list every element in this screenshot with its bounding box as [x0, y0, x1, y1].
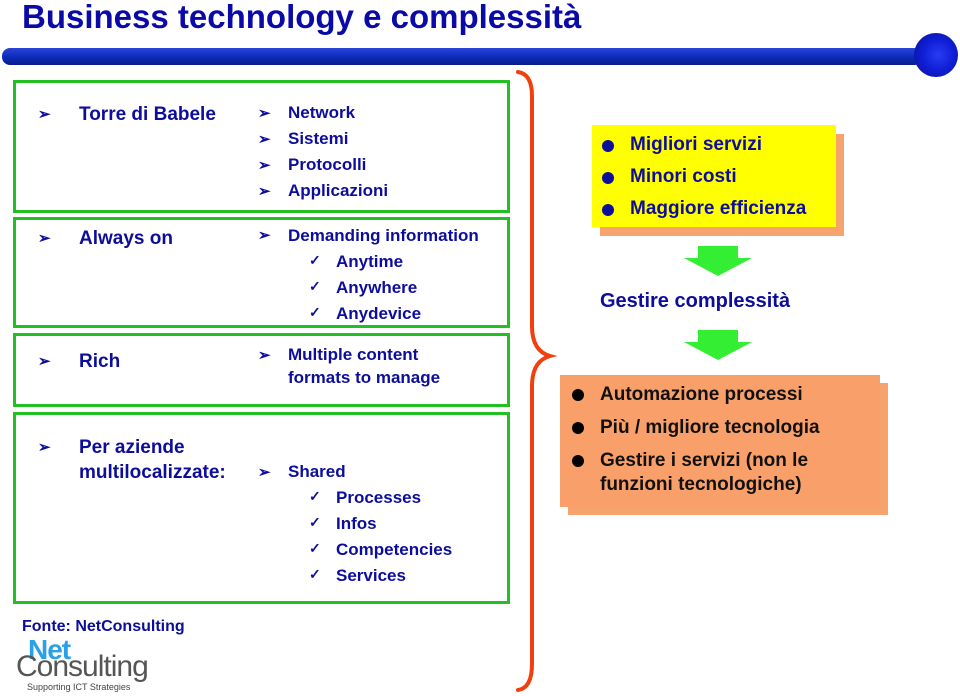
section-label: Rich — [79, 351, 121, 372]
list-item: Applicazioni — [288, 181, 389, 200]
benefit-item: Minori costi — [630, 166, 737, 187]
bullet-dot-icon — [572, 422, 584, 434]
list-item: Anytime — [336, 252, 404, 271]
bullet-dot-icon — [572, 389, 584, 401]
check-icon: ✓ — [309, 540, 321, 556]
benefit-item: Migliori servizi — [630, 134, 762, 155]
bullet-dot-icon — [602, 204, 614, 216]
arrow-bullet-icon: ➢ — [258, 131, 271, 148]
arrow-bullet-icon: ➢ — [258, 183, 271, 200]
arrow-bullet-icon: ➢ — [38, 439, 51, 456]
list-item: Protocolli — [288, 155, 367, 174]
benefits-box: Migliori servizi Minori costi Maggiore e… — [592, 125, 836, 227]
check-icon: ✓ — [309, 304, 321, 320]
check-icon: ✓ — [309, 488, 321, 504]
section-box-always-on: ➢ Always on ➢ Demanding information ✓ An… — [13, 217, 510, 328]
arrow-bullet-icon: ➢ — [258, 347, 271, 364]
list-item: Competencies — [336, 540, 453, 559]
down-arrow-icon — [684, 330, 752, 360]
check-icon: ✓ — [309, 252, 321, 268]
list-item: Infos — [336, 514, 377, 533]
logo-consulting-text: Consulting — [16, 650, 149, 683]
section-box-rich: ➢ Rich ➢ Multiple content formats to man… — [13, 333, 510, 407]
section-label-line1: Per aziende — [79, 437, 185, 458]
arrow-bullet-icon: ➢ — [258, 157, 271, 174]
arrow-bullet-icon: ➢ — [38, 230, 51, 247]
center-label: Gestire complessità — [600, 290, 791, 312]
title-rule-ball — [914, 33, 958, 77]
list-item: Demanding information — [288, 226, 479, 245]
section-box-per-aziende: ➢ Per aziende multilocalizzate: ➢ Shared… — [13, 412, 510, 604]
curly-brace-icon — [516, 70, 558, 692]
arrow-bullet-icon: ➢ — [258, 464, 271, 481]
bullet-dot-icon — [572, 455, 584, 467]
list-item: formats to manage — [288, 368, 441, 387]
list-item: Anywhere — [336, 278, 418, 297]
list-item: Sistemi — [288, 129, 349, 148]
actions-box: Automazione processi Più / migliore tecn… — [560, 375, 880, 507]
list-item: Services — [336, 566, 406, 585]
bullet-dot-icon — [602, 172, 614, 184]
action-item-continuation: funzioni tecnologiche) — [600, 474, 802, 495]
list-item: Shared — [288, 462, 346, 481]
arrow-bullet-icon: ➢ — [258, 227, 271, 244]
benefit-item: Maggiore efficienza — [630, 198, 807, 219]
list-item: Multiple content — [288, 345, 419, 364]
action-item: Automazione processi — [600, 384, 803, 405]
check-icon: ✓ — [309, 514, 321, 530]
arrow-bullet-icon: ➢ — [38, 106, 51, 123]
bullet-dot-icon — [602, 140, 614, 152]
logo-tagline: Supporting ICT Strategies — [27, 682, 131, 692]
action-item: Più / migliore tecnologia — [600, 417, 820, 438]
arrow-bullet-icon: ➢ — [258, 105, 271, 122]
section-label: Always on — [79, 228, 173, 249]
action-item: Gestire i servizi (non le — [600, 450, 809, 471]
list-item: Network — [288, 103, 356, 122]
section-label: Torre di Babele — [79, 104, 216, 125]
check-icon: ✓ — [309, 278, 321, 294]
arrow-bullet-icon: ➢ — [38, 353, 51, 370]
section-box-torre-di-babele: ➢ Torre di Babele ➢ Network ➢ Sistemi ➢ … — [13, 80, 510, 213]
down-arrow-icon — [684, 246, 752, 276]
check-icon: ✓ — [309, 566, 321, 582]
page-title: Business technology e complessità — [22, 0, 582, 35]
list-item: Anydevice — [336, 304, 422, 323]
section-label-line2: multilocalizzate: — [79, 462, 226, 483]
title-rule-bar — [2, 48, 922, 65]
list-item: Processes — [336, 488, 422, 507]
